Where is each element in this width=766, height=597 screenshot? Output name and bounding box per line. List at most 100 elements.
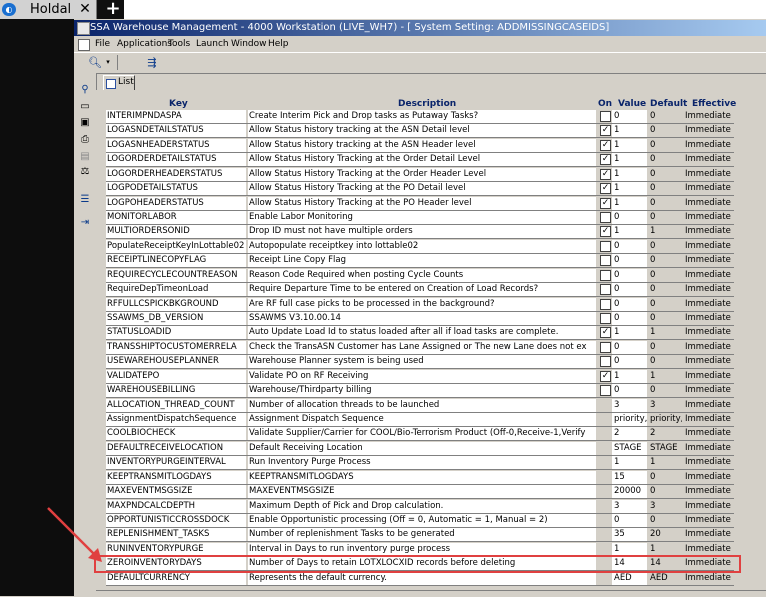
filter-icon[interactable]: ⇶: [144, 55, 160, 70]
table-row[interactable]: LOGORDERDETAILSTATUS Allow Status History…: [0, 153, 766, 167]
row-key[interactable]: DEFAULTCURRENCY: [106, 572, 246, 585]
menu-applications[interactable]: Applications: [117, 38, 172, 50]
row-description[interactable]: Validate Supplier/Carrier for COOL/Bio-T…: [248, 427, 596, 440]
row-description[interactable]: Drop ID must not have multiple orders: [248, 225, 596, 238]
menu-tools[interactable]: Tools: [168, 38, 190, 50]
row-value[interactable]: 1: [612, 182, 647, 195]
row-key[interactable]: DEFAULTRECEIVELOCATION: [106, 442, 246, 455]
row-value[interactable]: 0: [612, 298, 647, 311]
row-on-checkbox[interactable]: [600, 212, 611, 223]
row-key[interactable]: SSAWMS_DB_VERSION: [106, 312, 246, 325]
table-row[interactable]: ALLOCATION_THREAD_COUNT Number of allocat…: [0, 399, 766, 413]
row-value[interactable]: 2: [612, 427, 647, 440]
table-row[interactable]: SSAWMS_DB_VERSION SSAWMS V3.10.00.14 0 0 Imm…: [0, 312, 766, 326]
row-value[interactable]: 3: [612, 399, 647, 412]
row-key[interactable]: RFFULLCSPICKBKGROUND: [106, 298, 246, 311]
column-header-effective[interactable]: Effective: [692, 99, 736, 110]
row-description[interactable]: Enable Labor Monitoring: [248, 211, 596, 224]
row-on-checkbox[interactable]: ✓: [600, 169, 611, 180]
row-description[interactable]: MAXEVENTMSGSIZE: [248, 485, 596, 498]
table-row[interactable]: KEEPTRANSMITLOGDAYS KEEPTRANSMITLOGDAYS 15…: [0, 471, 766, 485]
row-value[interactable]: 0: [612, 240, 647, 253]
document-menu-icon[interactable]: [78, 39, 90, 51]
row-description[interactable]: Are RF full case picks to be processed i…: [248, 298, 596, 311]
row-value[interactable]: AED: [612, 572, 647, 585]
table-row[interactable]: REQUIRECYCLECOUNTREASON Reason Code Requi…: [0, 269, 766, 283]
row-description[interactable]: Run Inventory Purge Process: [248, 456, 596, 469]
row-on-checkbox[interactable]: [600, 255, 611, 266]
table-row[interactable]: MONITORLABOR Enable Labor Monitoring 0 0 Imm…: [0, 211, 766, 225]
table-row[interactable]: LOGASNDETAILSTATUS Allow Status history t…: [0, 124, 766, 138]
table-row[interactable]: TRANSSHIPTOCUSTOMERRELA Check the TransAS…: [0, 341, 766, 355]
row-value[interactable]: 0: [612, 269, 647, 282]
row-value[interactable]: 0: [612, 514, 647, 527]
row-key[interactable]: WAREHOUSEBILLING: [106, 384, 246, 397]
menu-launch[interactable]: Launch: [196, 38, 229, 50]
row-on-checkbox[interactable]: ✓: [600, 140, 611, 151]
row-key[interactable]: LOGASNDETAILSTATUS: [106, 124, 246, 137]
row-value[interactable]: 1: [612, 168, 647, 181]
row-description[interactable]: Assignment Dispatch Sequence: [248, 413, 596, 426]
row-on-checkbox[interactable]: [600, 342, 611, 353]
row-key[interactable]: LOGORDERHEADERSTATUS: [106, 168, 246, 181]
table-row[interactable]: LOGASNHEADERSTATUS Allow Status history t…: [0, 139, 766, 153]
table-row[interactable]: VALIDATEPO Validate PO on RF Receiving ✓ 1 1…: [0, 370, 766, 384]
row-description[interactable]: Maximum Depth of Pick and Drop calculati…: [248, 500, 596, 513]
row-on-checkbox[interactable]: ✓: [600, 183, 611, 194]
row-key[interactable]: LOGASNHEADERSTATUS: [106, 139, 246, 152]
row-key[interactable]: STATUSLOADID: [106, 326, 246, 339]
row-description[interactable]: Autopopulate receiptkey into lottable02: [248, 240, 596, 253]
row-value[interactable]: 0: [612, 355, 647, 368]
row-value[interactable]: 1: [612, 153, 647, 166]
row-key[interactable]: COOLBIOCHECK: [106, 427, 246, 440]
column-header-description[interactable]: Description: [398, 99, 456, 110]
table-row[interactable]: RECEIPTLINECOPYFLAG Receipt Line Copy Fla…: [0, 254, 766, 268]
table-row[interactable]: LOGPOHEADERSTATUS Allow Status History Tr…: [0, 197, 766, 211]
row-on-checkbox[interactable]: ✓: [600, 327, 611, 338]
row-on-checkbox[interactable]: ✓: [600, 198, 611, 209]
menu-file[interactable]: File: [95, 38, 110, 50]
row-description[interactable]: Allow Status History Tracking at the Ord…: [248, 153, 596, 166]
table-row[interactable]: RequireDepTimeonLoad Require Departure Ti…: [0, 283, 766, 297]
row-key[interactable]: REPLENISHMENT_TASKS: [106, 528, 246, 541]
table-row[interactable]: INTERIMPNDASPA Create Interim Pick and Dr…: [0, 110, 766, 124]
row-key[interactable]: RequireDepTimeonLoad: [106, 283, 246, 296]
row-key[interactable]: LOGPODETAILSTATUS: [106, 182, 246, 195]
row-value[interactable]: 0: [612, 254, 647, 267]
table-row[interactable]: RFFULLCSPICKBKGROUND Are RF full case pic…: [0, 298, 766, 312]
table-row[interactable]: USEWAREHOUSEPLANNER Warehouse Planner sys…: [0, 355, 766, 369]
row-description[interactable]: Number of allocation threads to be launc…: [248, 399, 596, 412]
row-value[interactable]: 3: [612, 500, 647, 513]
table-row[interactable]: REPLENISHMENT_TASKS Number of replenishme…: [0, 528, 766, 542]
chevron-down-icon[interactable]: ▾: [104, 55, 112, 70]
row-description[interactable]: Enable Opportunistic processing (Off = 0…: [248, 514, 596, 527]
table-row[interactable]: MAXEVENTMSGSIZE MAXEVENTMSGSIZE 20000 0 Imme…: [0, 485, 766, 499]
row-key[interactable]: INTERIMPNDASPA: [106, 110, 246, 123]
row-value[interactable]: 1: [612, 326, 647, 339]
row-key[interactable]: KEEPTRANSMITLOGDAYS: [106, 471, 246, 484]
table-row[interactable]: DEFAULTRECEIVELOCATION Default Receiving …: [0, 442, 766, 456]
row-description[interactable]: Auto Update Load Id to status loaded aft…: [248, 326, 596, 339]
row-key[interactable]: MAXEVENTMSGSIZE: [106, 485, 246, 498]
row-key[interactable]: LOGORDERDETAILSTATUS: [106, 153, 246, 166]
row-key[interactable]: OPPORTUNISTICCROSSDOCK: [106, 514, 246, 527]
menu-window[interactable]: Window: [231, 38, 267, 50]
row-key[interactable]: VALIDATEPO: [106, 370, 246, 383]
menu-help[interactable]: Help: [268, 38, 289, 50]
row-value[interactable]: 1: [612, 225, 647, 238]
row-description[interactable]: Warehouse/Thirdparty billing: [248, 384, 596, 397]
row-description[interactable]: Allow Status History Tracking at the Ord…: [248, 168, 596, 181]
row-description[interactable]: Validate PO on RF Receiving: [248, 370, 596, 383]
search-dropdown-icon[interactable]: 🔍︎: [86, 55, 104, 70]
table-row[interactable]: COOLBIOCHECK Validate Supplier/Carrier fo…: [0, 427, 766, 441]
row-on-checkbox[interactable]: [600, 299, 611, 310]
table-row[interactable]: MAXPNDCALCDEPTH Maximum Depth of Pick and…: [0, 500, 766, 514]
row-key[interactable]: MULTIORDERSONID: [106, 225, 246, 238]
row-key[interactable]: INVENTORYPURGEINTERVAL: [106, 456, 246, 469]
row-description[interactable]: Receipt Line Copy Flag: [248, 254, 596, 267]
row-value[interactable]: priority, l: [612, 413, 647, 426]
row-on-checkbox[interactable]: [600, 385, 611, 396]
table-row[interactable]: DEFAULTCURRENCY Represents the default cu…: [0, 572, 766, 586]
row-description[interactable]: Represents the default currency.: [248, 572, 596, 585]
row-on-checkbox[interactable]: [600, 111, 611, 122]
